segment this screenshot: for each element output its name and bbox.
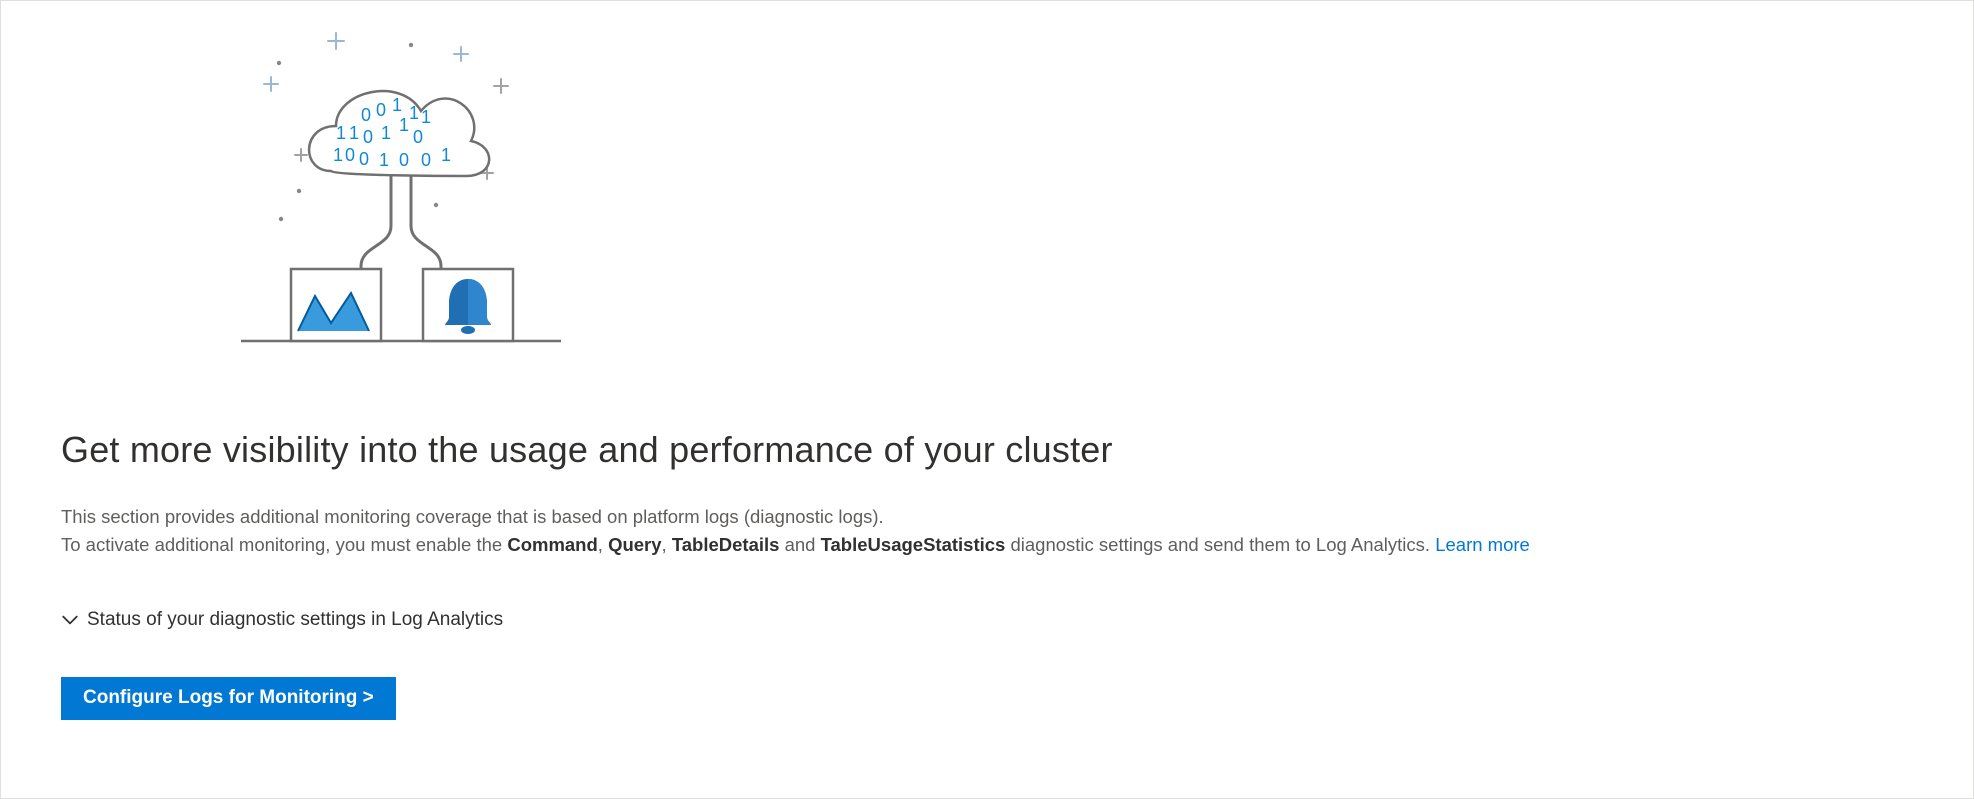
expander-label: Status of your diagnostic settings in Lo…	[87, 606, 503, 635]
learn-more-link[interactable]: Learn more	[1435, 534, 1530, 555]
desc-bold-tabledetails: TableDetails	[672, 534, 780, 555]
configure-logs-button[interactable]: Configure Logs for Monitoring >	[61, 677, 396, 720]
description-line-2: To activate additional monitoring, you m…	[61, 531, 1913, 560]
svg-text:1: 1	[333, 145, 343, 165]
svg-text:1: 1	[349, 123, 359, 143]
svg-text:1: 1	[409, 103, 419, 123]
svg-text:1: 1	[379, 150, 389, 170]
cloud-monitoring-illustration: 11 001 11 011 0 100 100 1	[241, 31, 1913, 369]
monitoring-onboarding-panel: 11 001 11 011 0 100 100 1 Get more	[0, 0, 1974, 799]
desc-sep3: and	[779, 534, 820, 555]
svg-text:0: 0	[421, 150, 431, 170]
svg-text:0: 0	[345, 145, 355, 165]
desc-pre: To activate additional monitoring, you m…	[61, 534, 507, 555]
svg-text:0: 0	[376, 100, 386, 120]
svg-text:1: 1	[381, 123, 391, 143]
page-heading: Get more visibility into the usage and p…	[61, 423, 1913, 477]
svg-text:0: 0	[399, 150, 409, 170]
svg-text:1: 1	[421, 107, 431, 127]
chevron-down-icon	[61, 611, 79, 629]
svg-text:0: 0	[361, 105, 371, 125]
desc-post: diagnostic settings and send them to Log…	[1005, 534, 1435, 555]
svg-text:1: 1	[392, 95, 402, 115]
svg-text:0: 0	[363, 127, 373, 147]
desc-sep1: ,	[598, 534, 608, 555]
description-line-1: This section provides additional monitor…	[61, 503, 1913, 532]
diagnostic-status-expander[interactable]: Status of your diagnostic settings in Lo…	[61, 606, 1913, 635]
desc-bold-command: Command	[507, 534, 597, 555]
svg-text:1: 1	[336, 123, 346, 143]
svg-text:1: 1	[399, 115, 409, 135]
desc-bold-tableusage: TableUsageStatistics	[821, 534, 1006, 555]
desc-bold-query: Query	[608, 534, 661, 555]
desc-sep2: ,	[662, 534, 672, 555]
svg-text:1: 1	[441, 145, 451, 165]
svg-text:0: 0	[359, 149, 369, 169]
svg-text:0: 0	[413, 127, 423, 147]
